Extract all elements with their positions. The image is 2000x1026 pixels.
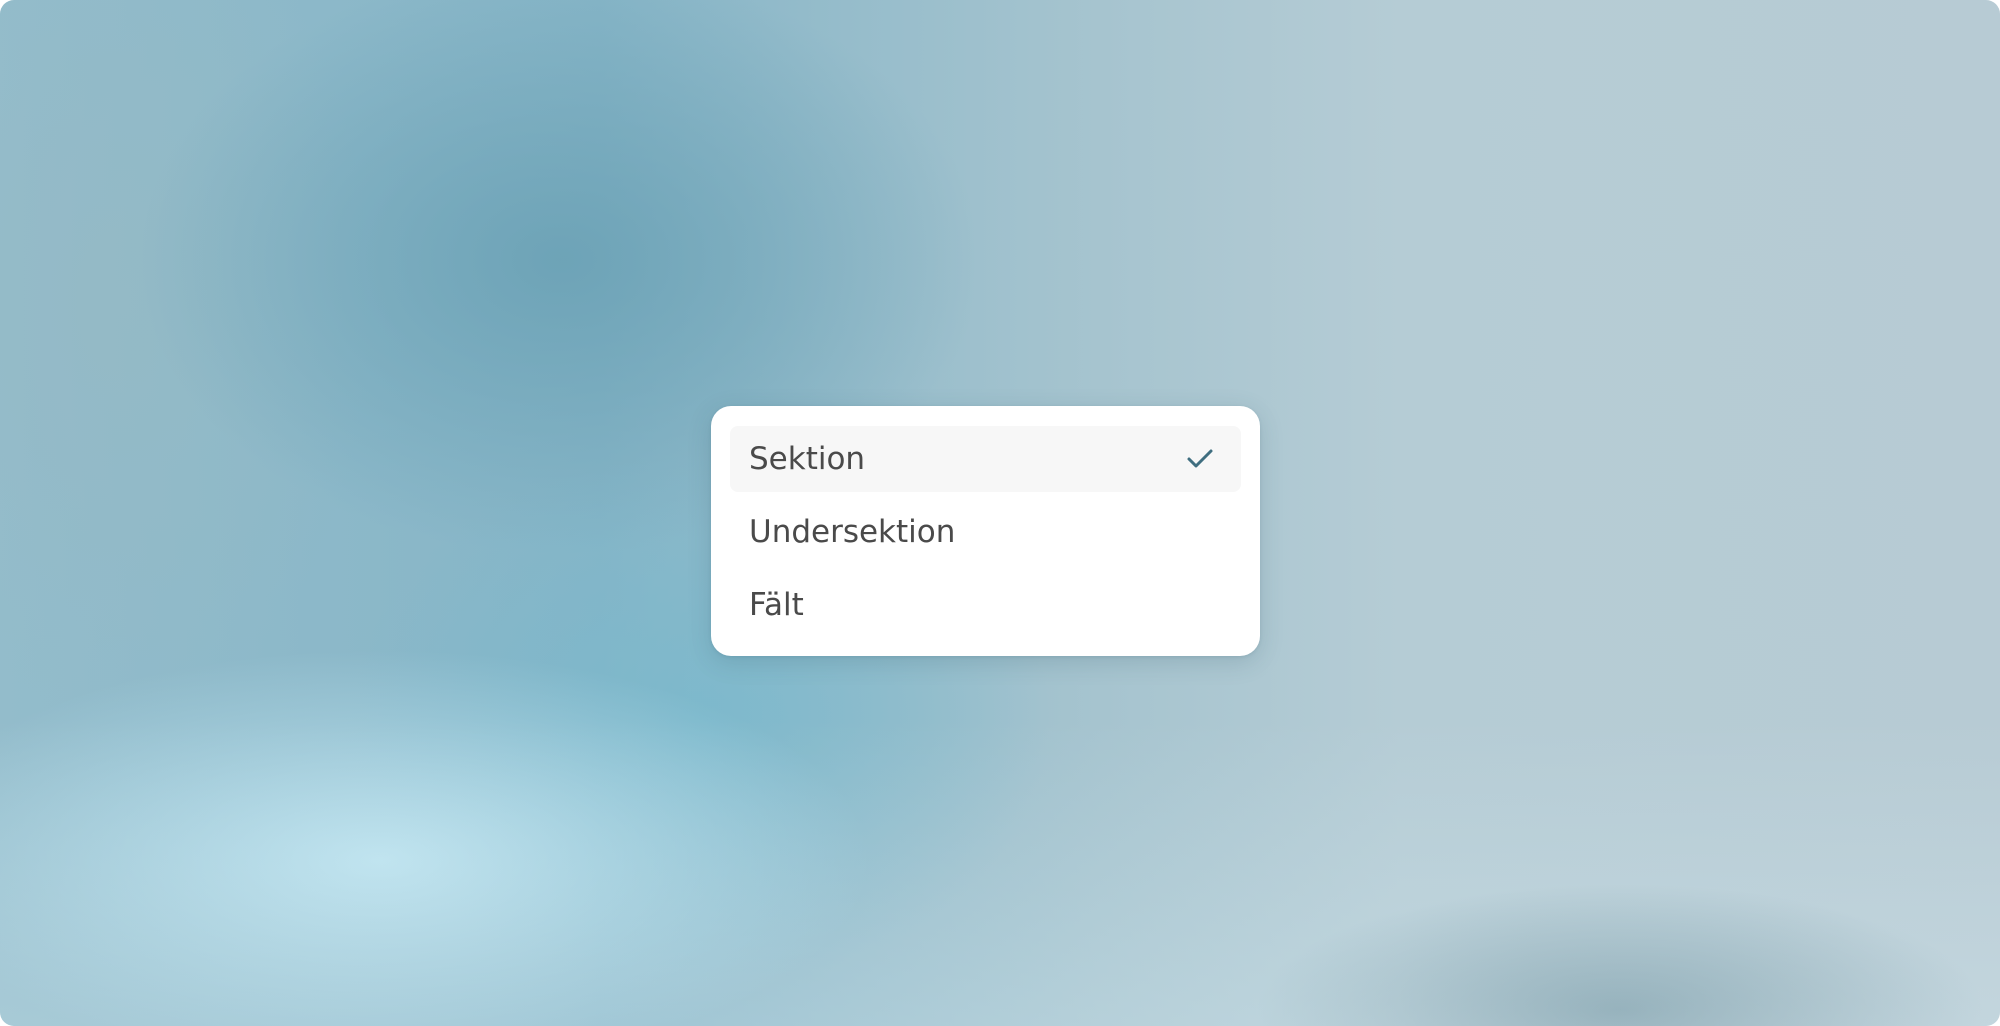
menu-item-sektion[interactable]: Sektion xyxy=(730,426,1241,492)
menu-item-label: Fält xyxy=(749,587,804,623)
menu-item-label: Sektion xyxy=(749,441,866,477)
menu-item-label: Undersektion xyxy=(749,514,956,550)
menu-item-undersektion[interactable]: Undersektion xyxy=(730,499,1241,565)
menu-item-falt[interactable]: Fält xyxy=(730,572,1241,638)
checkmark-icon xyxy=(1187,449,1213,468)
blurred-background: Sektion Undersektion Fält xyxy=(0,0,2000,1026)
dropdown-menu: Sektion Undersektion Fält xyxy=(711,406,1260,656)
